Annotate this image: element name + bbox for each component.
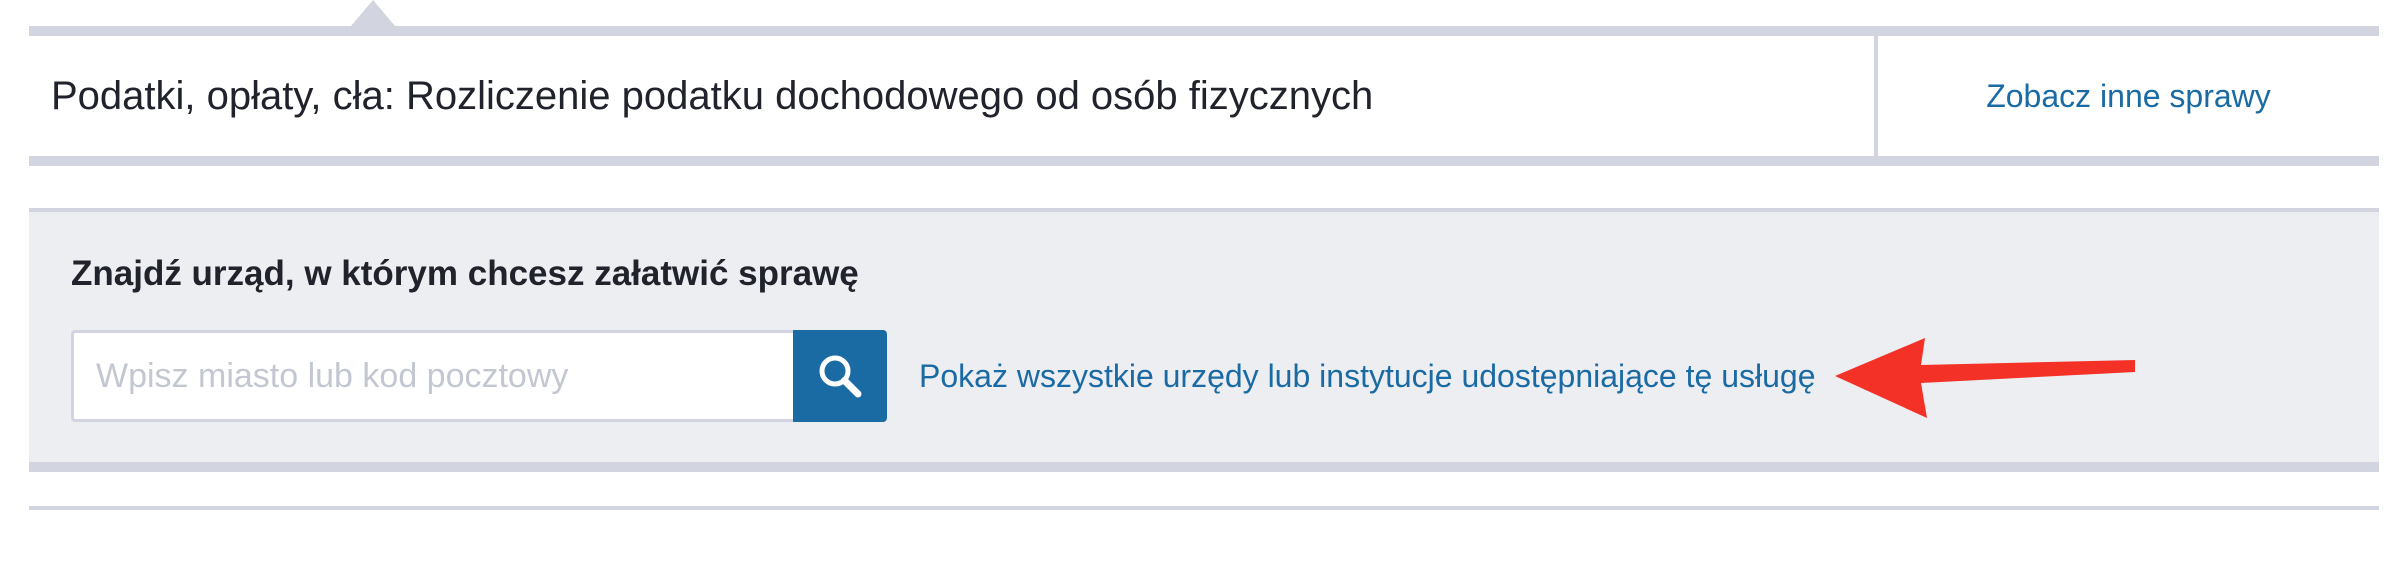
page-title: Podatki, opłaty, cła: Rozliczenie podatk… [51, 74, 1374, 118]
search-button[interactable] [793, 330, 887, 422]
office-search-panel: Znajdź urząd, w którym chcesz załatwić s… [29, 208, 2379, 472]
office-search-heading: Znajdź urząd, w którym chcesz załatwić s… [71, 254, 859, 293]
service-header-card: Podatki, opłaty, cła: Rozliczenie podatk… [29, 26, 2379, 166]
see-other-cases-link[interactable]: Zobacz inne sprawy [1878, 36, 2379, 156]
pointer-notch [351, 0, 395, 26]
magnifier-icon [819, 355, 862, 398]
city-postcode-search-input[interactable] [71, 330, 797, 422]
arrow-left-icon [1835, 338, 2135, 418]
show-all-offices-link[interactable]: Pokaż wszystkie urzędy lub instytucje ud… [919, 330, 1815, 422]
bottom-divider [29, 506, 2379, 510]
